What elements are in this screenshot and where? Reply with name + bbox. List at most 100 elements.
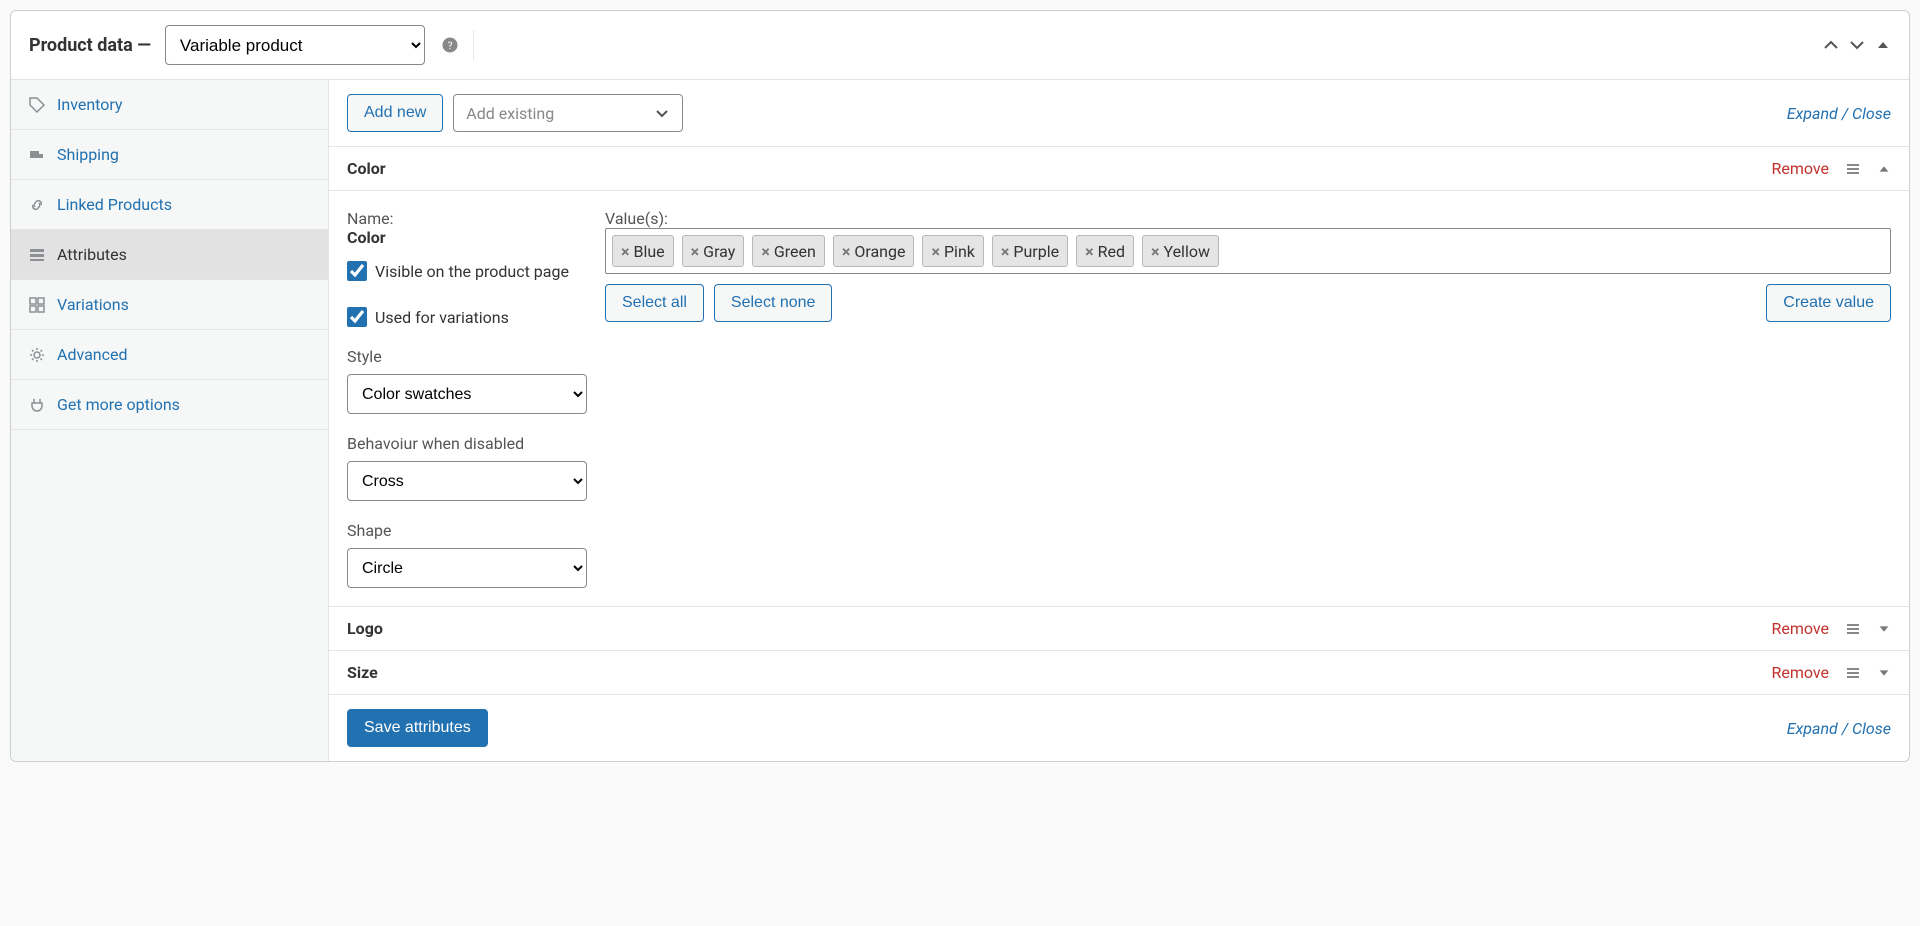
name-value: Color (347, 228, 595, 247)
gear-icon (29, 347, 47, 363)
select-none-button[interactable]: Select none (714, 284, 833, 322)
triangle-up-icon[interactable] (1875, 37, 1891, 53)
tab-label: Inventory (57, 95, 123, 114)
add-existing-placeholder: Add existing (466, 104, 554, 123)
tab-label: Advanced (57, 345, 128, 364)
save-attributes-button[interactable]: Save attributes (347, 709, 488, 747)
variations-checkbox-row[interactable]: Used for variations (347, 307, 595, 327)
panel-title: Product data — (29, 35, 151, 56)
remove-tag-icon[interactable]: × (691, 242, 700, 261)
tabs-sidebar: Inventory Shipping Linked Products Attri… (11, 80, 329, 761)
link-icon (29, 197, 47, 213)
remove-tag-icon[interactable]: × (621, 242, 630, 261)
panel-header: Product data — Variable product ? (11, 11, 1909, 80)
tag-label: Blue (634, 242, 665, 261)
tab-label: Linked Products (57, 195, 172, 214)
value-tag[interactable]: ×Yellow (1142, 235, 1219, 267)
select-all-button[interactable]: Select all (605, 284, 704, 322)
remove-tag-icon[interactable]: × (1001, 242, 1010, 261)
product-type-select[interactable]: Variable product (165, 25, 425, 65)
plug-icon (29, 397, 47, 413)
tag-label: Purple (1013, 242, 1059, 261)
style-label: Style (347, 347, 595, 366)
remove-tag-icon[interactable]: × (931, 242, 940, 261)
value-tag[interactable]: ×Purple (992, 235, 1068, 267)
tag-label: Green (774, 242, 816, 261)
triangle-up-icon[interactable] (1877, 162, 1891, 176)
behaviour-label: Behavoiur when disabled (347, 434, 595, 453)
shape-select[interactable]: Circle (347, 548, 587, 588)
help-icon[interactable]: ? (441, 36, 459, 54)
value-tag[interactable]: ×Green (752, 235, 824, 267)
visible-checkbox-row[interactable]: Visible on the product page (347, 261, 595, 281)
expand-close-link[interactable]: Expand / Close (1787, 104, 1891, 123)
value-tag[interactable]: ×Gray (682, 235, 745, 267)
behaviour-select[interactable]: Cross (347, 461, 587, 501)
tab-label: Get more options (57, 395, 180, 414)
attribute-title: Logo (347, 619, 383, 638)
attribute-title: Size (347, 663, 378, 682)
tab-label: Attributes (57, 245, 127, 264)
tab-label: Variations (57, 295, 129, 314)
tab-label: Shipping (57, 145, 119, 164)
attribute-header-size[interactable]: Size Remove (329, 651, 1909, 695)
value-tag[interactable]: ×Blue (612, 235, 674, 267)
list-icon (29, 247, 47, 263)
tag-icon (29, 97, 47, 113)
attributes-toolbar: Add new Add existing Expand / Close (329, 80, 1909, 147)
chevron-up-icon[interactable] (1823, 37, 1839, 53)
svg-text:?: ? (447, 39, 452, 52)
remove-tag-icon[interactable]: × (761, 242, 770, 261)
add-existing-select[interactable]: Add existing (453, 94, 683, 132)
save-bar: Save attributes Expand / Close (329, 695, 1909, 761)
remove-link[interactable]: Remove (1771, 663, 1829, 682)
remove-tag-icon[interactable]: × (1085, 242, 1094, 261)
grid-icon (29, 297, 47, 313)
remove-tag-icon[interactable]: × (842, 242, 851, 261)
tab-shipping[interactable]: Shipping (11, 130, 328, 180)
visible-checkbox[interactable] (347, 261, 367, 281)
tab-variations[interactable]: Variations (11, 280, 328, 330)
expand-close-link[interactable]: Expand / Close (1787, 719, 1891, 738)
tab-inventory[interactable]: Inventory (11, 80, 328, 130)
tab-attributes[interactable]: Attributes (11, 230, 328, 280)
value-tag[interactable]: ×Orange (833, 235, 915, 267)
remove-link[interactable]: Remove (1771, 619, 1829, 638)
value-tag[interactable]: ×Pink (922, 235, 983, 267)
value-tag[interactable]: ×Red (1076, 235, 1134, 267)
triangle-down-icon[interactable] (1877, 666, 1891, 680)
panel-header-actions (1823, 37, 1891, 53)
remove-tag-icon[interactable]: × (1151, 242, 1160, 261)
shape-label: Shape (347, 521, 595, 540)
chevron-down-icon[interactable] (1849, 37, 1865, 53)
tab-get-more-options[interactable]: Get more options (11, 380, 328, 430)
product-data-panel: Product data — Variable product ? Invent… (10, 10, 1910, 762)
header-divider (473, 30, 474, 60)
content-area: Add new Add existing Expand / Close Colo… (329, 80, 1909, 761)
attribute-body-color: Name: Color Visible on the product page … (329, 191, 1909, 607)
triangle-down-icon[interactable] (1877, 622, 1891, 636)
tag-label: Red (1098, 242, 1125, 261)
values-label: Value(s): (605, 209, 1891, 228)
variations-label: Used for variations (375, 308, 509, 327)
drag-handle-icon[interactable] (1845, 621, 1861, 637)
attribute-header-color[interactable]: Color Remove (329, 147, 1909, 191)
tab-advanced[interactable]: Advanced (11, 330, 328, 380)
style-select[interactable]: Color swatches (347, 374, 587, 414)
tag-label: Orange (854, 242, 905, 261)
truck-icon (29, 147, 47, 163)
drag-handle-icon[interactable] (1845, 161, 1861, 177)
attribute-header-logo[interactable]: Logo Remove (329, 607, 1909, 651)
remove-link[interactable]: Remove (1771, 159, 1829, 178)
tag-label: Pink (944, 242, 975, 261)
visible-label: Visible on the product page (375, 262, 569, 281)
tab-linked-products[interactable]: Linked Products (11, 180, 328, 230)
add-new-button[interactable]: Add new (347, 94, 443, 132)
tag-label: Gray (703, 242, 735, 261)
name-label: Name: (347, 209, 595, 228)
create-value-button[interactable]: Create value (1766, 284, 1891, 322)
attribute-title: Color (347, 159, 386, 178)
values-tagbox[interactable]: ×Blue×Gray×Green×Orange×Pink×Purple×Red×… (605, 228, 1891, 274)
drag-handle-icon[interactable] (1845, 665, 1861, 681)
variations-checkbox[interactable] (347, 307, 367, 327)
